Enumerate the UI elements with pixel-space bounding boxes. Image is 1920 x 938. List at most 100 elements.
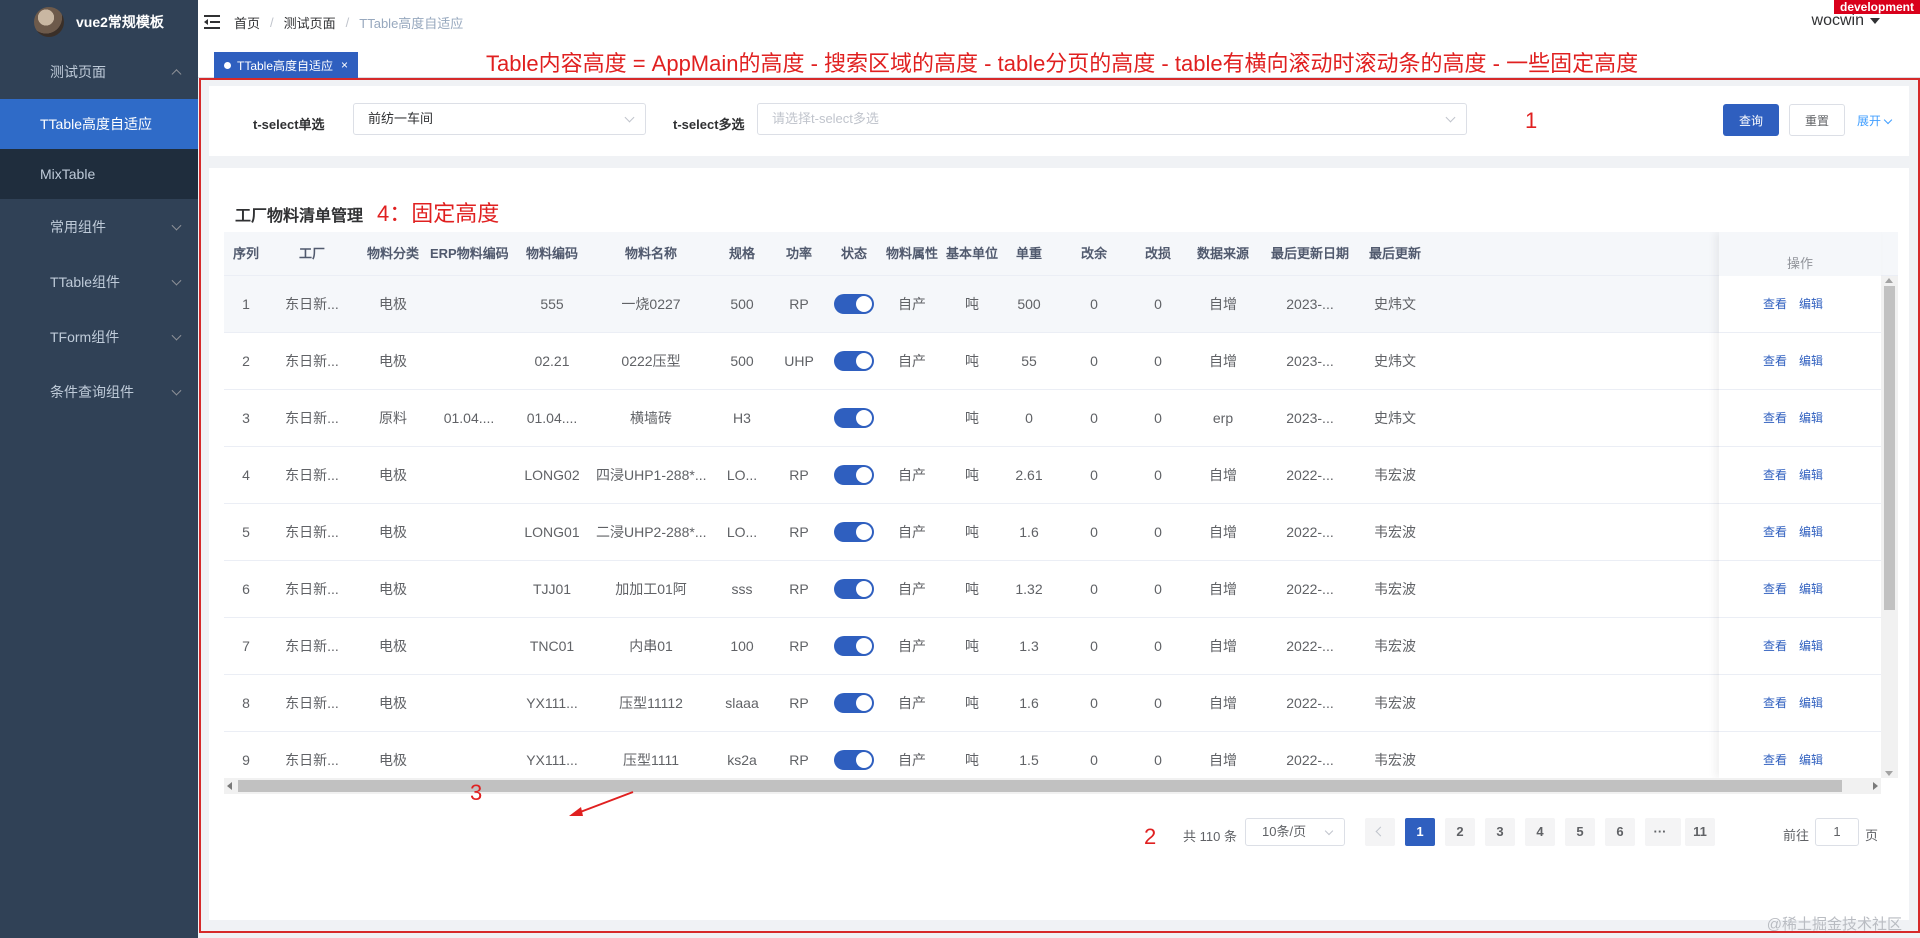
breadcrumb-separator: / [345,14,350,30]
navbar: 首页 / 测试页面 / TTable高度自适应 wocwin developme… [198,0,1920,44]
page-number-button[interactable]: 1 [1405,818,1435,846]
status-switch[interactable] [834,636,874,656]
table-cell: 0 [1090,467,1098,483]
table-row[interactable]: 5 东日新... 电极 LONG01 二浸UHP2-288*... LO... RP 自产 吨 1… [224,504,1898,561]
table-cell: 东日新... [285,638,339,654]
close-icon[interactable]: × [341,58,348,72]
table-row[interactable]: 2 东日新... 电极 02.21 0222压型 500 UHP 自产 吨 55 0 0 自增 2023-… [224,333,1898,390]
watermark: @稀土掘金技术社区 [1766,916,1902,933]
vertical-scrollbar[interactable] [1881,276,1898,778]
table-row[interactable]: 1 东日新... 电极 555 一烧0227 500 RP 自产 吨 500 0 0 自增 2023-..… [224,276,1898,333]
view-link[interactable]: 查看 [1763,333,1787,390]
scroll-right-icon[interactable] [1873,782,1878,790]
table-row[interactable]: 8 东日新... 电极 YX111... 压型11112 slaaa RP 自产 吨 1.6 0 0 自… [224,675,1898,732]
sidebar-item-label: 条件查询组件 [50,383,134,400]
edit-link[interactable]: 编辑 [1799,504,1823,561]
column-header: 规格 [728,246,755,261]
tag-ttable-auto-height[interactable]: TTable高度自适应 × [214,52,359,78]
scroll-left-icon[interactable] [227,782,232,790]
user-menu[interactable]: wocwin [1812,12,1880,30]
table-row[interactable]: 6 东日新... 电极 TJJ01 加加工01阿 sss RP 自产 吨 1.32 0 0 自增 2022… [224,561,1898,618]
edit-link[interactable]: 编辑 [1799,333,1823,390]
table-row[interactable]: 9 东日新... 电极 YX111... 压型1111 ks2a RP 自产 吨 1.5 0 0 自增 2… [224,732,1898,778]
scroll-up-icon[interactable] [1885,278,1893,283]
table-cell: YX111... [526,695,578,711]
view-link[interactable]: 查看 [1763,561,1787,618]
view-link[interactable]: 查看 [1763,276,1787,333]
edit-link[interactable]: 编辑 [1799,390,1823,447]
column-header: 物料编码 [525,246,578,261]
breadcrumb-home[interactable]: 首页 [234,13,260,32]
prev-page-button[interactable] [1365,818,1395,846]
sidebar-item-mixtable[interactable]: MixTable [0,149,198,199]
table-cell: 电极 [379,695,407,711]
table-row[interactable]: 3 东日新... 原料 01.04.... 01.04.... 横墙砖 H3 吨 0 0 0 erp 2… [224,390,1898,447]
page-ellipsis-button[interactable]: ··· [1645,818,1675,846]
status-switch[interactable] [834,522,874,542]
reset-button[interactable]: 重置 [1789,104,1845,136]
sidebar-item-label: TTable高度自适应 [40,116,153,132]
table-cell: RP [789,695,809,711]
page-number-button[interactable]: 3 [1485,818,1515,846]
sidebar-item-query-components[interactable]: 条件查询组件 [0,364,198,419]
edit-link[interactable]: 编辑 [1799,561,1823,618]
status-switch[interactable] [834,408,874,428]
view-link[interactable]: 查看 [1763,504,1787,561]
table-cell: 东日新... [285,467,339,483]
view-link[interactable]: 查看 [1763,732,1787,778]
sidebar-item-ttable-components[interactable]: TTable组件 [0,254,198,309]
table-cell: 01.04.... [443,410,495,426]
status-switch[interactable] [834,294,874,314]
table-row[interactable]: 7 东日新... 电极 TNC01 内串01 100 RP 自产 吨 1.3 0 0 自增 2022-..… [224,618,1898,675]
table-row[interactable]: 4 东日新... 电极 LONG02 四浸UHP1-288*... LO... RP 自产 吨 2… [224,447,1898,504]
view-link[interactable]: 查看 [1763,447,1787,504]
table-cell: 自产 [898,638,926,654]
edit-link[interactable]: 编辑 [1799,276,1823,333]
chevron-down-icon [171,220,182,231]
table-cell: 吨 [965,296,979,312]
page-size-select[interactable]: 10条/页 [1245,818,1345,846]
table-cell: 自产 [898,353,926,369]
logo[interactable]: vue2常规模板 [0,0,198,44]
edit-link[interactable]: 编辑 [1799,732,1823,778]
table-cell: 0 [1025,410,1033,426]
view-link[interactable]: 查看 [1763,675,1787,732]
status-switch[interactable] [834,750,874,770]
breadcrumb-test-page[interactable]: 测试页面 [284,13,336,32]
table-cell: 自产 [898,296,926,312]
edit-link[interactable]: 编辑 [1799,675,1823,732]
view-link[interactable]: 查看 [1763,618,1787,675]
pagination-total: 共 110 条 [1183,829,1237,844]
table-cell: 2.61 [1015,467,1043,483]
view-link[interactable]: 查看 [1763,390,1787,447]
status-switch[interactable] [834,351,874,371]
scrollbar-thumb[interactable] [1884,286,1895,610]
edit-link[interactable]: 编辑 [1799,447,1823,504]
table-cell [430,504,508,561]
edit-link[interactable]: 编辑 [1799,618,1823,675]
sidebar-item-common-components[interactable]: 常用组件 [0,199,198,254]
ops-cell: 查看 编辑 [1719,333,1881,390]
table-cell: 2 [242,353,250,369]
status-switch[interactable] [834,465,874,485]
status-switch[interactable] [834,579,874,599]
status-switch[interactable] [834,693,874,713]
goto-page-input[interactable]: 1 [1815,818,1859,846]
expand-toggle[interactable]: 展开 [1857,112,1893,129]
hamburger-icon[interactable] [204,14,224,30]
sidebar-item-test-page[interactable]: 测试页面 [0,44,198,99]
page-number-button[interactable]: 5 [1565,818,1595,846]
table-cell: 100 [730,638,754,654]
page-number-button[interactable]: 11 [1685,818,1715,846]
query-button[interactable]: 查询 [1723,104,1779,136]
page-number-button[interactable]: 4 [1525,818,1555,846]
chevron-down-icon [171,385,182,396]
single-select[interactable]: 前纺一车间 [353,103,646,135]
page-number-button[interactable]: 2 [1445,818,1475,846]
column-header: ERP物料编码 [430,246,508,261]
sidebar-item-ttable-auto-height[interactable]: TTable高度自适应 [0,99,198,149]
scroll-down-icon[interactable] [1885,771,1893,776]
sidebar-item-tform-components[interactable]: TForm组件 [0,309,198,364]
multi-select[interactable]: 请选择t-select多选 [757,103,1467,135]
page-number-button[interactable]: 6 [1605,818,1635,846]
